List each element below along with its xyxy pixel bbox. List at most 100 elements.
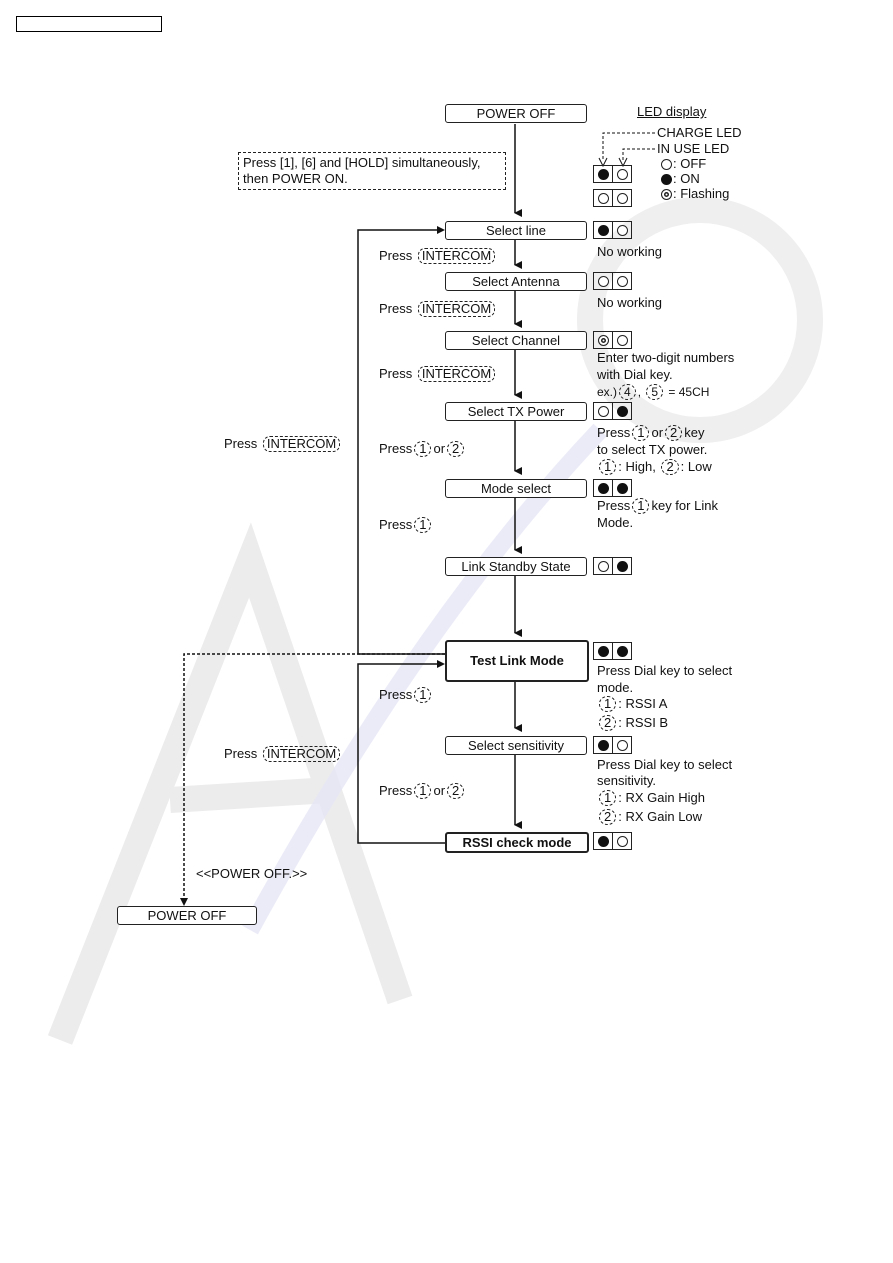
led-legend-title: LED display bbox=[637, 104, 707, 119]
key-1: 1 bbox=[599, 459, 617, 475]
note-test-2: mode. bbox=[597, 680, 634, 695]
led-rssi-check-mode bbox=[593, 832, 632, 850]
node-power-off-bottom: POWER OFF bbox=[117, 906, 257, 925]
note-tx-3: 1: High, 2: Low bbox=[597, 459, 712, 475]
node-mode-select: Mode select bbox=[445, 479, 587, 498]
charge-led-icon bbox=[597, 835, 609, 847]
led-legend-example-a bbox=[593, 165, 632, 183]
key-1: 1 bbox=[414, 783, 432, 799]
note-sens-1: Press Dial key to select bbox=[597, 757, 733, 772]
led-legend-inuse: IN USE LED bbox=[657, 141, 730, 156]
start-instruction-note: Press [1], [6] and [HOLD] simultaneously… bbox=[238, 152, 506, 190]
node-select-sensitivity: Select sensitivity bbox=[445, 736, 587, 755]
inuse-led-icon bbox=[616, 405, 628, 417]
led-select-sensitivity bbox=[593, 736, 632, 754]
intercom-key: INTERCOM bbox=[262, 746, 341, 762]
charge-led-icon bbox=[597, 739, 609, 751]
charge-led-icon bbox=[597, 482, 609, 494]
inuse-led-icon bbox=[616, 835, 628, 847]
note-tx-2: to select TX power. bbox=[597, 442, 708, 457]
transition-press-1-or-2-b: Press 1 or 2 bbox=[379, 783, 466, 799]
power-off-transition-label: <<POWER OFF.>> bbox=[196, 866, 308, 881]
key-1: 1 bbox=[599, 696, 617, 712]
note-test-1: Press Dial key to select bbox=[597, 663, 733, 678]
led-legend-example-b bbox=[593, 189, 632, 207]
node-select-antenna: Select Antenna bbox=[445, 272, 587, 291]
charge-led-icon bbox=[597, 405, 609, 417]
on-icon bbox=[661, 174, 672, 186]
note-channel-1: Enter two-digit numbers bbox=[597, 350, 735, 365]
flashing-icon bbox=[661, 189, 672, 201]
key-2: 2 bbox=[661, 459, 679, 475]
inuse-led-icon bbox=[616, 192, 628, 204]
charge-led-icon bbox=[597, 560, 609, 572]
key-1: 1 bbox=[414, 687, 432, 703]
note-select-line: No working bbox=[597, 244, 663, 259]
key-2: 2 bbox=[599, 715, 617, 731]
key-1: 1 bbox=[599, 790, 617, 806]
note-sens-3: 1: RX Gain High bbox=[597, 790, 705, 806]
transition-press-intercom-1: Press INTERCOM bbox=[379, 248, 497, 264]
led-test-link-mode bbox=[593, 642, 632, 660]
loop-press-intercom-lower: Press INTERCOM bbox=[224, 746, 342, 762]
inuse-led-icon bbox=[616, 168, 628, 180]
intercom-key: INTERCOM bbox=[417, 248, 496, 264]
led-legend-on: : ON bbox=[661, 171, 700, 187]
off-icon bbox=[661, 159, 672, 171]
key-1: 1 bbox=[632, 425, 650, 441]
note-test-4: 2: RSSI B bbox=[597, 715, 668, 731]
inuse-led-icon bbox=[616, 560, 628, 572]
note-test-3: 1: RSSI A bbox=[597, 696, 667, 712]
key-1: 1 bbox=[632, 498, 650, 514]
key-4: 4 bbox=[619, 384, 636, 400]
intercom-key: INTERCOM bbox=[417, 366, 496, 382]
transition-press-1-b: Press 1 bbox=[379, 687, 433, 703]
inuse-led-icon bbox=[616, 645, 628, 657]
note-channel-2: with Dial key. bbox=[597, 367, 673, 382]
key-1: 1 bbox=[414, 441, 432, 457]
key-2: 2 bbox=[447, 441, 465, 457]
inuse-led-icon bbox=[616, 224, 628, 236]
inuse-led-icon bbox=[616, 739, 628, 751]
transition-press-intercom-3: Press INTERCOM bbox=[379, 366, 497, 382]
charge-led-icon bbox=[597, 192, 609, 204]
note-select-antenna: No working bbox=[597, 295, 663, 310]
node-test-link-mode: Test Link Mode bbox=[445, 640, 589, 682]
charge-led-icon bbox=[597, 334, 609, 346]
charge-led-icon bbox=[597, 224, 609, 236]
led-legend-flashing: : Flashing bbox=[661, 186, 729, 202]
note-sens-4: 2: RX Gain Low bbox=[597, 809, 702, 825]
note-channel-example: ex.) 4, 5 = 45CH bbox=[597, 384, 710, 400]
key-1: 1 bbox=[414, 517, 432, 533]
key-2: 2 bbox=[447, 783, 465, 799]
intercom-key: INTERCOM bbox=[417, 301, 496, 317]
led-mode-select bbox=[593, 479, 632, 497]
node-select-tx-power: Select TX Power bbox=[445, 402, 587, 421]
note-mode-2: Mode. bbox=[597, 515, 634, 530]
key-5: 5 bbox=[646, 384, 664, 400]
inuse-led-icon bbox=[616, 334, 628, 346]
key-2: 2 bbox=[665, 425, 683, 441]
led-link-standby bbox=[593, 557, 632, 575]
transition-press-intercom-2: Press INTERCOM bbox=[379, 301, 497, 317]
node-select-line: Select line bbox=[445, 221, 587, 240]
led-select-line bbox=[593, 221, 632, 239]
intercom-key: INTERCOM bbox=[262, 436, 341, 452]
led-select-channel bbox=[593, 331, 632, 349]
led-select-tx-power bbox=[593, 402, 632, 420]
note-sens-2: sensitivity. bbox=[597, 773, 656, 788]
led-legend-charge: CHARGE LED bbox=[657, 125, 742, 140]
charge-led-icon bbox=[597, 645, 609, 657]
transition-press-1-a: Press 1 bbox=[379, 517, 433, 533]
loop-press-intercom-upper: Press INTERCOM bbox=[224, 436, 342, 452]
note-tx-1: Press 1 or 2 key bbox=[597, 425, 705, 441]
node-link-standby-state: Link Standby State bbox=[445, 557, 587, 576]
led-select-antenna bbox=[593, 272, 632, 290]
note-mode-1: Press 1 key for Link bbox=[597, 498, 718, 514]
inuse-led-icon bbox=[616, 482, 628, 494]
charge-led-icon bbox=[597, 168, 609, 180]
key-2: 2 bbox=[599, 809, 617, 825]
node-power-off-top: POWER OFF bbox=[445, 104, 587, 123]
inuse-led-icon bbox=[616, 275, 628, 287]
led-legend-off: : OFF bbox=[661, 156, 706, 172]
